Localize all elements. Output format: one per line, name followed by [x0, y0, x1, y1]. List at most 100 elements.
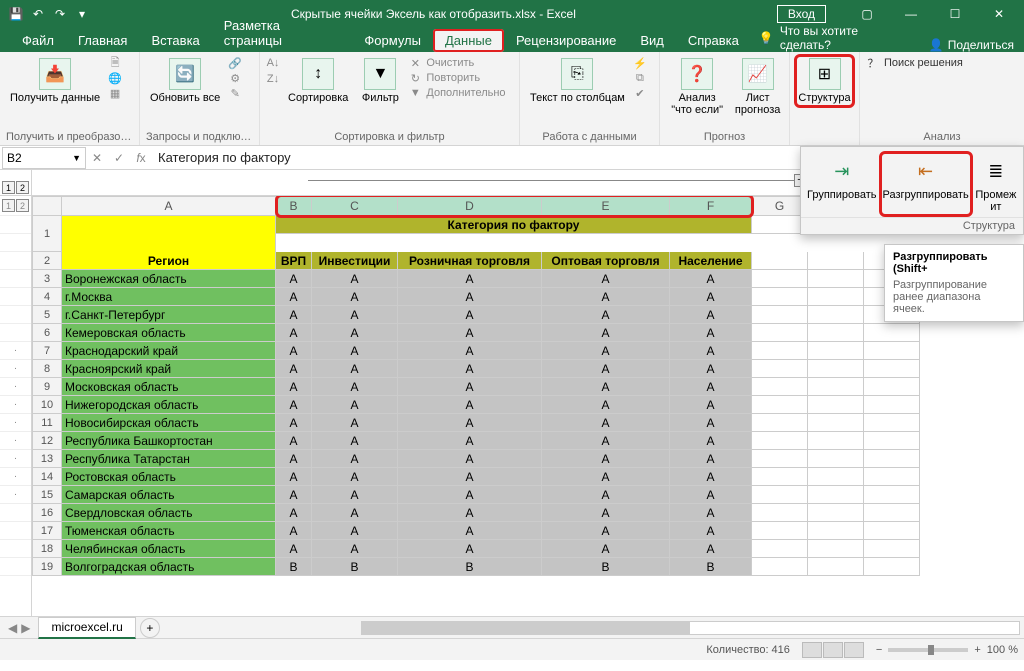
cell[interactable]: A — [398, 396, 542, 414]
cell[interactable]: A — [542, 414, 670, 432]
cell[interactable]: A — [276, 288, 312, 306]
cell[interactable] — [752, 396, 808, 414]
cell[interactable] — [864, 558, 920, 576]
cell[interactable]: B — [276, 558, 312, 576]
cell[interactable] — [752, 342, 808, 360]
cell[interactable]: Категория по фактору — [276, 216, 752, 234]
outline-col-level-1[interactable]: 1 — [2, 181, 15, 194]
cell[interactable] — [808, 378, 864, 396]
cell[interactable] — [864, 360, 920, 378]
cell[interactable]: A — [542, 378, 670, 396]
cell[interactable]: A — [670, 270, 752, 288]
row-header[interactable]: 3 — [32, 270, 62, 288]
cell[interactable]: A — [542, 522, 670, 540]
cell[interactable]: Республика Башкортостан — [62, 432, 276, 450]
cell[interactable]: A — [398, 288, 542, 306]
cell[interactable]: A — [670, 396, 752, 414]
cell[interactable]: A — [312, 288, 398, 306]
cell[interactable] — [864, 414, 920, 432]
tab-help[interactable]: Справка — [676, 29, 751, 52]
cell[interactable]: A — [312, 486, 398, 504]
tab-review[interactable]: Рецензирование — [504, 29, 628, 52]
cell[interactable]: B — [670, 558, 752, 576]
sheet-prev-icon[interactable]: ◀ — [8, 621, 17, 635]
maximize-button[interactable]: ☐ — [934, 0, 976, 28]
cell[interactable]: A — [542, 468, 670, 486]
advanced-button[interactable]: ▼Дополнительно — [408, 86, 505, 100]
forecast-sheet-button[interactable]: 📈 Лист прогноза — [732, 56, 783, 118]
cell[interactable]: A — [276, 486, 312, 504]
row-header[interactable]: 11 — [32, 414, 62, 432]
cell[interactable]: A — [542, 270, 670, 288]
cell[interactable] — [752, 288, 808, 306]
cell[interactable]: A — [542, 342, 670, 360]
cell[interactable]: A — [276, 522, 312, 540]
cell[interactable]: A — [312, 540, 398, 558]
cell[interactable]: Розничная торговля — [398, 252, 542, 270]
cell[interactable]: A — [276, 504, 312, 522]
cell[interactable] — [864, 540, 920, 558]
cell[interactable] — [752, 504, 808, 522]
cell[interactable]: A — [670, 432, 752, 450]
connections-icon[interactable]: 🔗 — [228, 56, 242, 70]
new-sheet-button[interactable]: + — [140, 618, 160, 638]
cell[interactable] — [808, 504, 864, 522]
sheet-next-icon[interactable]: ▶ — [21, 621, 30, 635]
cell[interactable] — [752, 306, 808, 324]
properties-icon[interactable]: ⚙ — [228, 71, 242, 85]
cell[interactable]: Волгоградская область — [62, 558, 276, 576]
cell[interactable]: A — [312, 270, 398, 288]
grid[interactable]: A B C D E F G H I 1Категория по фактору2… — [32, 196, 1024, 616]
cell[interactable]: A — [542, 360, 670, 378]
cell[interactable] — [808, 324, 864, 342]
cell[interactable]: г.Санкт-Петербург — [62, 306, 276, 324]
cell[interactable]: Самарская область — [62, 486, 276, 504]
structure-dropdown-button[interactable]: ⊞ Структура — [796, 56, 853, 106]
tab-view[interactable]: Вид — [628, 29, 676, 52]
cell[interactable] — [808, 396, 864, 414]
cell[interactable] — [752, 270, 808, 288]
cell[interactable]: A — [542, 396, 670, 414]
row-header[interactable]: 18 — [32, 540, 62, 558]
ungroup-button[interactable]: ⇤ Разгруппировать — [881, 153, 971, 215]
cell[interactable]: A — [398, 306, 542, 324]
cell[interactable] — [752, 558, 808, 576]
cell[interactable]: A — [670, 288, 752, 306]
cell[interactable] — [808, 450, 864, 468]
cell[interactable]: A — [542, 288, 670, 306]
tab-formulas[interactable]: Формулы — [352, 29, 433, 52]
cell[interactable] — [752, 432, 808, 450]
row-header[interactable]: 1 — [32, 216, 62, 252]
zoom-out-button[interactable]: − — [876, 644, 882, 656]
cell[interactable]: Население — [670, 252, 752, 270]
cell[interactable]: Ростовская область — [62, 468, 276, 486]
cell[interactable]: A — [398, 504, 542, 522]
cell[interactable]: A — [542, 540, 670, 558]
cell[interactable]: A — [542, 450, 670, 468]
data-validation-icon[interactable]: ✔ — [633, 86, 647, 100]
cell[interactable]: A — [670, 342, 752, 360]
cell[interactable]: A — [670, 360, 752, 378]
select-all-corner[interactable] — [32, 196, 62, 216]
row-header[interactable]: 15 — [32, 486, 62, 504]
cell[interactable]: A — [398, 468, 542, 486]
cell[interactable]: A — [398, 324, 542, 342]
cell[interactable]: A — [276, 540, 312, 558]
cell[interactable]: A — [670, 450, 752, 468]
cell[interactable] — [752, 360, 808, 378]
cell[interactable] — [752, 486, 808, 504]
redo-icon[interactable]: ↷ — [52, 6, 68, 22]
undo-icon[interactable]: ↶ — [30, 6, 46, 22]
cell[interactable]: A — [312, 360, 398, 378]
signin-button[interactable]: Вход — [777, 5, 826, 23]
cell[interactable]: A — [398, 432, 542, 450]
name-box[interactable]: B2 ▼ — [2, 147, 86, 169]
outline-col-level-2[interactable]: 2 — [16, 181, 29, 194]
cancel-formula-icon[interactable]: ✕ — [86, 147, 108, 169]
cell[interactable]: A — [542, 432, 670, 450]
cell[interactable]: A — [276, 396, 312, 414]
cell[interactable]: Кемеровская область — [62, 324, 276, 342]
from-web-icon[interactable]: 🌐 — [108, 71, 122, 85]
subtotals-button[interactable]: ≣ Промеж ит — [973, 153, 1019, 215]
cell[interactable]: Тюменская область — [62, 522, 276, 540]
